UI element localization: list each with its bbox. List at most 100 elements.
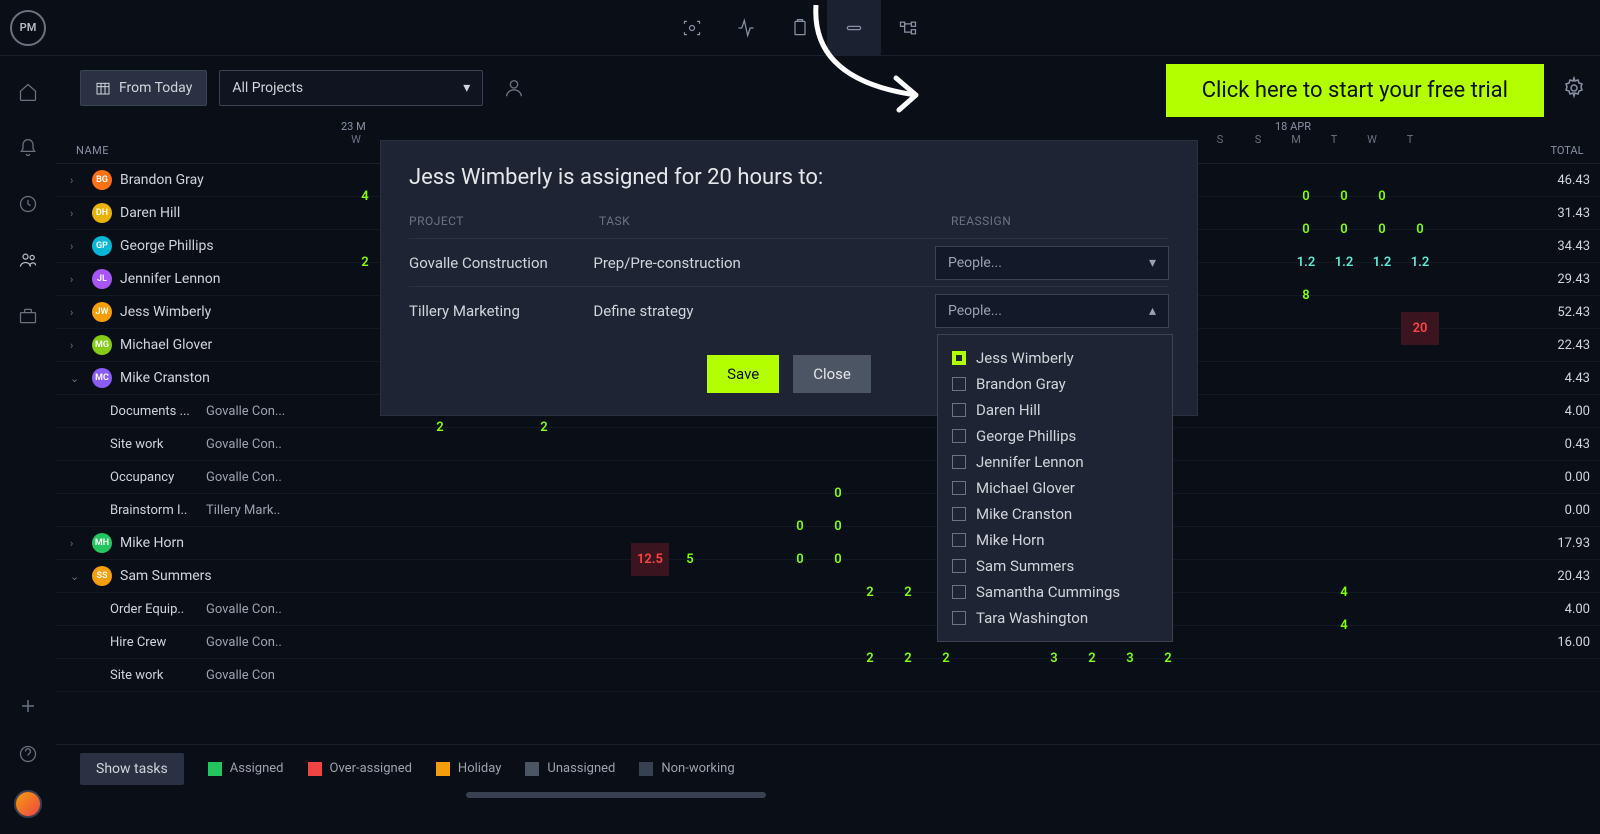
data-cell: 0: [1325, 180, 1363, 213]
legend-item: Unassigned: [525, 761, 615, 776]
expand-chevron-icon[interactable]: ⌄: [70, 570, 84, 583]
legend-label: Holiday: [458, 761, 501, 776]
dropdown-item[interactable]: Jess Wimberly: [938, 345, 1172, 371]
show-tasks-button[interactable]: Show tasks: [80, 753, 184, 785]
name-column-header: NAME: [56, 120, 331, 163]
checkbox[interactable]: [952, 585, 966, 599]
expand-chevron-icon[interactable]: ›: [70, 240, 84, 253]
avatar: MH: [92, 533, 112, 553]
dropdown-label: Mike Cranston: [976, 505, 1072, 523]
logo[interactable]: PM: [0, 0, 56, 56]
plus-icon[interactable]: [16, 694, 40, 718]
top-tabs: [665, 0, 935, 56]
projects-select[interactable]: All Projects ▾: [219, 70, 483, 106]
legend-swatch: [208, 762, 222, 776]
checkbox[interactable]: [952, 455, 966, 469]
data-cell: 0: [1363, 180, 1401, 213]
dropdown-item[interactable]: George Phillips: [938, 423, 1172, 449]
expand-chevron-icon[interactable]: ›: [70, 306, 84, 319]
task-row[interactable]: Hire Crew Govalle Con.. 2223232 16.00: [56, 626, 1600, 659]
checkbox[interactable]: [952, 429, 966, 443]
dropdown-label: Tara Washington: [976, 609, 1088, 627]
from-today-button[interactable]: From Today: [80, 70, 207, 106]
task-row[interactable]: Occupancy Govalle Con.. 0 0.00: [56, 461, 1600, 494]
reassign-select[interactable]: People...▴: [935, 294, 1169, 328]
flow-icon[interactable]: [881, 0, 935, 56]
total-cell: 16.00: [1534, 635, 1600, 650]
task-row[interactable]: Site work Govalle Con: [56, 659, 1600, 692]
activity-icon[interactable]: [719, 0, 773, 56]
link-icon[interactable]: [827, 0, 881, 56]
data-cell: 0: [819, 543, 857, 576]
help-icon[interactable]: [16, 742, 40, 766]
data-cell: 0: [1287, 180, 1325, 213]
dropdown-label: Sam Summers: [976, 557, 1074, 575]
dropdown-item[interactable]: Brandon Gray: [938, 371, 1172, 397]
close-button[interactable]: Close: [793, 355, 871, 393]
expand-chevron-icon[interactable]: ›: [70, 207, 84, 220]
data-cell: 0: [1401, 213, 1439, 246]
dropdown-item[interactable]: Mike Horn: [938, 527, 1172, 553]
dropdown-item[interactable]: Jennifer Lennon: [938, 449, 1172, 475]
dropdown-item[interactable]: Daren Hill: [938, 397, 1172, 423]
scrollbar-thumb[interactable]: [466, 792, 766, 798]
checkbox[interactable]: [952, 481, 966, 495]
checkbox[interactable]: [952, 351, 966, 365]
person-filter-icon[interactable]: [503, 77, 525, 99]
expand-chevron-icon[interactable]: ›: [70, 339, 84, 352]
reassign-select[interactable]: People...▾: [935, 246, 1169, 280]
cta-banner[interactable]: Click here to start your free trial: [1166, 64, 1544, 117]
clipboard-icon[interactable]: [773, 0, 827, 56]
save-button[interactable]: Save: [707, 355, 779, 393]
gear-icon[interactable]: [1562, 76, 1586, 100]
topbar: PM: [0, 0, 1600, 56]
task-row[interactable]: Site work Govalle Con.. 0.43: [56, 428, 1600, 461]
scan-icon[interactable]: [665, 0, 719, 56]
expand-chevron-icon[interactable]: ›: [70, 174, 84, 187]
dropdown-item[interactable]: Mike Cranston: [938, 501, 1172, 527]
task-project: Govalle Con..: [206, 470, 331, 485]
people-dropdown[interactable]: Jess Wimberly Brandon Gray Daren Hill Ge…: [937, 334, 1173, 642]
data-cell: 1.2: [1401, 246, 1439, 279]
total-cell: 31.43: [1534, 206, 1600, 221]
data-cell: 2: [927, 642, 965, 675]
checkbox[interactable]: [952, 507, 966, 521]
dropdown-item[interactable]: Sam Summers: [938, 553, 1172, 579]
avatar: GP: [92, 236, 112, 256]
checkbox[interactable]: [952, 403, 966, 417]
legend-item: Holiday: [436, 761, 501, 776]
reassign-placeholder: People...: [948, 303, 1002, 319]
expand-chevron-icon[interactable]: ›: [70, 537, 84, 550]
task-name: Hire Crew: [110, 635, 206, 650]
dropdown-item[interactable]: Tara Washington: [938, 605, 1172, 631]
dropdown-item[interactable]: Samantha Cummings: [938, 579, 1172, 605]
horizontal-scrollbar[interactable]: [336, 792, 1530, 800]
total-cell: 46.43: [1534, 173, 1600, 188]
bell-icon[interactable]: [16, 136, 40, 160]
legend-swatch: [436, 762, 450, 776]
data-cell: 8: [1287, 279, 1325, 312]
reassign-placeholder: People...: [948, 255, 1002, 271]
checkbox[interactable]: [952, 559, 966, 573]
checkbox[interactable]: [952, 533, 966, 547]
task-project: Govalle Con..: [206, 437, 331, 452]
user-avatar[interactable]: [14, 790, 42, 818]
expand-chevron-icon[interactable]: ›: [70, 273, 84, 286]
task-row[interactable]: Order Equip.. Govalle Con.. 4 4.00: [56, 593, 1600, 626]
task-project: Govalle Con: [206, 668, 331, 683]
dropdown-item[interactable]: Michael Glover: [938, 475, 1172, 501]
day-letter: T: [1315, 133, 1353, 146]
legend-label: Non-working: [661, 761, 734, 776]
modal-assignment-row: Tillery Marketing Define strategy People…: [409, 287, 1169, 335]
data-cell: 4: [1325, 576, 1363, 609]
clock-icon[interactable]: [16, 192, 40, 216]
person-name: Mike Horn: [120, 535, 184, 551]
briefcase-icon[interactable]: [16, 304, 40, 328]
home-icon[interactable]: [16, 80, 40, 104]
expand-chevron-icon[interactable]: ⌄: [70, 372, 84, 385]
data-cell: 0: [1363, 213, 1401, 246]
people-icon[interactable]: [16, 248, 40, 272]
task-name: Occupancy: [110, 470, 206, 485]
checkbox[interactable]: [952, 377, 966, 391]
checkbox[interactable]: [952, 611, 966, 625]
